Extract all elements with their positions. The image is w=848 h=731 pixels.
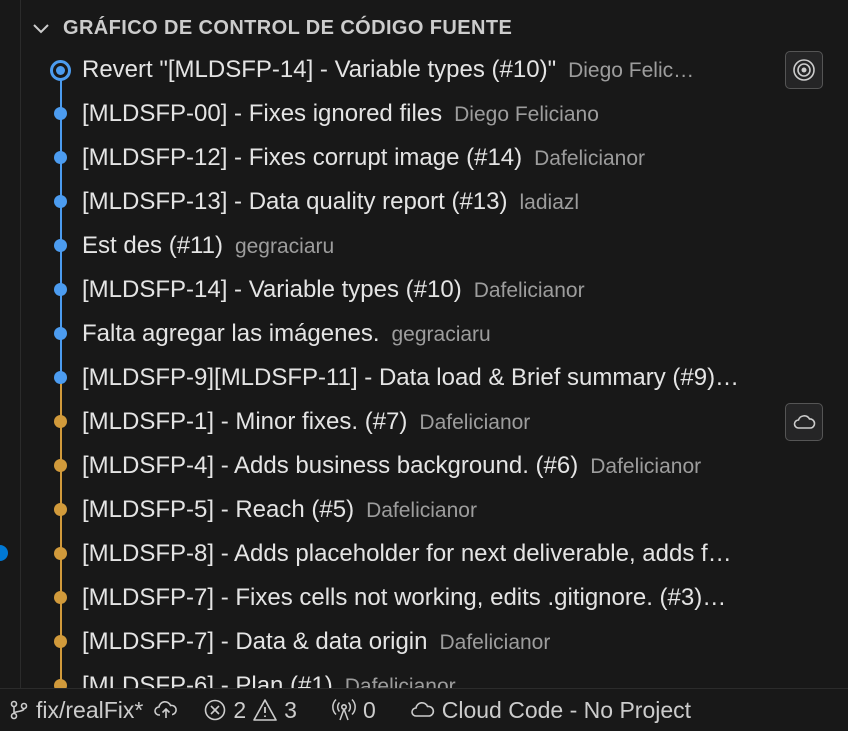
cloud-icon [793,415,816,429]
commit-message-text: [MLDSFP-4] - Adds business background. (… [82,452,579,479]
commit-row[interactable]: Revert "[MLDSFP-14] - Variable types (#1… [21,48,848,92]
commit-node [54,371,67,384]
source-control-graph-panel: GRÁFICO DE CONTROL DE CÓDIGO FUENTE Reve… [21,0,848,688]
branch-indicator[interactable]: fix/realFix* [8,697,143,724]
commit-message: [MLDSFP-4] - Adds business background. (… [82,452,701,480]
commit-row[interactable]: [MLDSFP-00] - Fixes ignored files Diego F… [21,92,848,136]
commit-node [54,239,67,252]
commit-message-text: [MLDSFP-9][MLDSFP-11] - Data load & Brie… [82,364,740,391]
remote-branch-badge[interactable] [785,403,823,441]
cloud-upload-icon [154,701,178,718]
commit-row[interactable]: [MLDSFP-7] - Fixes cells not working, ed… [21,576,848,620]
status-bar: fix/realFix* 2 3 0 Cloud Code - No Proje [0,688,848,731]
commit-node [54,107,67,120]
commit-message-text: [MLDSFP-7] - Fixes cells not working, ed… [82,584,727,611]
commit-message: [MLDSFP-12] - Fixes corrupt image (#14) D… [82,144,645,172]
commit-author: Diego Feliciano [454,103,599,126]
commit-author: Dafelicianor [534,147,646,170]
commit-node [54,195,67,208]
commit-message: Revert "[MLDSFP-14] - Variable types (#1… [82,56,694,84]
commit-message: [MLDSFP-9][MLDSFP-11] - Data load & Brie… [82,364,739,392]
commit-message: [MLDSFP-7] - Data & data origin Dafelicia… [82,628,550,656]
commit-row[interactable]: [MLDSFP-12] - Fixes corrupt image (#14) D… [21,136,848,180]
commit-message-text: [MLDSFP-14] - Variable types (#10) [82,276,462,303]
commit-node [54,283,67,296]
problems-indicator[interactable]: 2 3 [203,697,297,724]
commit-message: [MLDSFP-7] - Fixes cells not working, ed… [82,584,726,612]
commit-row[interactable]: [MLDSFP-14] - Variable types (#10) Dafeli… [21,268,848,312]
commit-node [54,151,67,164]
panel-title: GRÁFICO DE CONTROL DE CÓDIGO FUENTE [63,17,513,39]
commit-author: Dafelicianor [344,675,456,688]
commit-node [54,591,67,604]
commit-message: [MLDSFP-6] - Plan (#1) Dafelicianor [82,672,456,688]
commit-row[interactable]: [MLDSFP-6] - Plan (#1) Dafelicianor [21,664,848,688]
commit-message-text: Est des (#11) [82,232,223,259]
warning-count: 3 [284,696,297,723]
commit-node [54,415,67,428]
commit-row[interactable]: [MLDSFP-5] - Reach (#5) Dafelicianor [21,488,848,532]
commit-row[interactable]: Falta agregar las imágenes. gegraciaru [21,312,848,356]
commit-node [54,327,67,340]
editor-gutter [0,0,21,688]
commit-row[interactable]: [MLDSFP-8] - Adds placeholder for next d… [21,532,848,576]
cloud-code-label: Cloud Code - No Project [441,696,692,723]
commit-message: [MLDSFP-8] - Adds placeholder for next d… [82,540,732,568]
commit-author: Dafelicianor [473,279,585,302]
commit-row[interactable]: [MLDSFP-4] - Adds business background. (… [21,444,848,488]
commit-message: [MLDSFP-13] - Data quality report (#13) l… [82,188,579,216]
gutter-indicator [0,545,8,561]
cloud-icon [410,702,434,717]
commit-message: [MLDSFP-14] - Variable types (#10) Dafeli… [82,276,585,304]
commit-author: Diego Felic… [568,59,695,82]
commit-node [54,459,67,472]
current-branch-badge[interactable] [785,51,823,89]
target-icon [793,59,815,81]
error-icon [205,699,226,721]
warning-icon [253,699,277,721]
commit-row[interactable]: [MLDSFP-13] - Data quality report (#13) l… [21,180,848,224]
commit-message-text: [MLDSFP-13] - Data quality report (#13) [82,188,508,215]
commit-author: gegraciaru [234,235,335,258]
commit-author: Dafelicianor [439,631,551,654]
commit-message: Est des (#11) gegraciaru [82,232,334,260]
branch-name: fix/realFix* [36,696,144,723]
commit-message-text: [MLDSFP-5] - Reach (#5) [82,496,355,523]
panel-header[interactable]: GRÁFICO DE CONTROL DE CÓDIGO FUENTE [21,8,848,46]
cloud-code-indicator[interactable]: Cloud Code - No Project [410,697,691,724]
commit-message-text: [MLDSFP-8] - Adds placeholder for next d… [82,540,732,567]
commit-message-text: [MLDSFP-7] - Data & data origin [82,628,428,655]
commit-node [54,547,67,560]
commit-row[interactable]: Est des (#11) gegraciaru [21,224,848,268]
commit-message-text: [MLDSFP-6] - Plan (#1) [82,672,333,688]
commit-node [54,679,67,688]
commit-node [54,503,67,516]
ports-indicator[interactable]: 0 [331,697,376,724]
commit-message-text: Revert "[MLDSFP-14] - Variable types (#1… [82,56,557,83]
commit-message: [MLDSFP-00] - Fixes ignored files Diego F… [82,100,599,128]
sync-button[interactable] [153,699,185,721]
commit-message-text: [MLDSFP-1] - Minor fixes. (#7) [82,408,408,435]
commit-row[interactable]: [MLDSFP-7] - Data & data origin Dafelicia… [21,620,848,664]
error-count: 2 [233,696,247,723]
commit-message: [MLDSFP-1] - Minor fixes. (#7) Dafelician… [82,408,530,436]
commit-author: Dafelicianor [590,455,702,478]
commit-node-head [50,60,71,81]
commit-author: gegraciaru [391,323,491,346]
commit-row[interactable]: [MLDSFP-1] - Minor fixes. (#7) Dafelician… [21,400,848,444]
ports-count: 0 [362,696,376,723]
commit-author: Dafelicianor [366,499,477,522]
commit-message: [MLDSFP-5] - Reach (#5) Dafelicianor [82,496,477,524]
commit-message-text: [MLDSFP-00] - Fixes ignored files [82,100,443,127]
commit-message: Falta agregar las imágenes. gegraciaru [82,320,491,348]
commit-author: ladiazl [519,191,580,214]
commit-message-text: [MLDSFP-12] - Fixes corrupt image (#14) [82,144,523,171]
git-branch-icon [10,700,28,720]
chevron-down-icon[interactable] [31,18,51,38]
commit-node [54,635,67,648]
broadcast-icon [332,698,356,721]
commit-author: Dafelicianor [419,411,531,434]
commit-row[interactable]: [MLDSFP-9][MLDSFP-11] - Data load & Brie… [21,356,848,400]
commit-message-text: Falta agregar las imágenes. [82,320,380,347]
